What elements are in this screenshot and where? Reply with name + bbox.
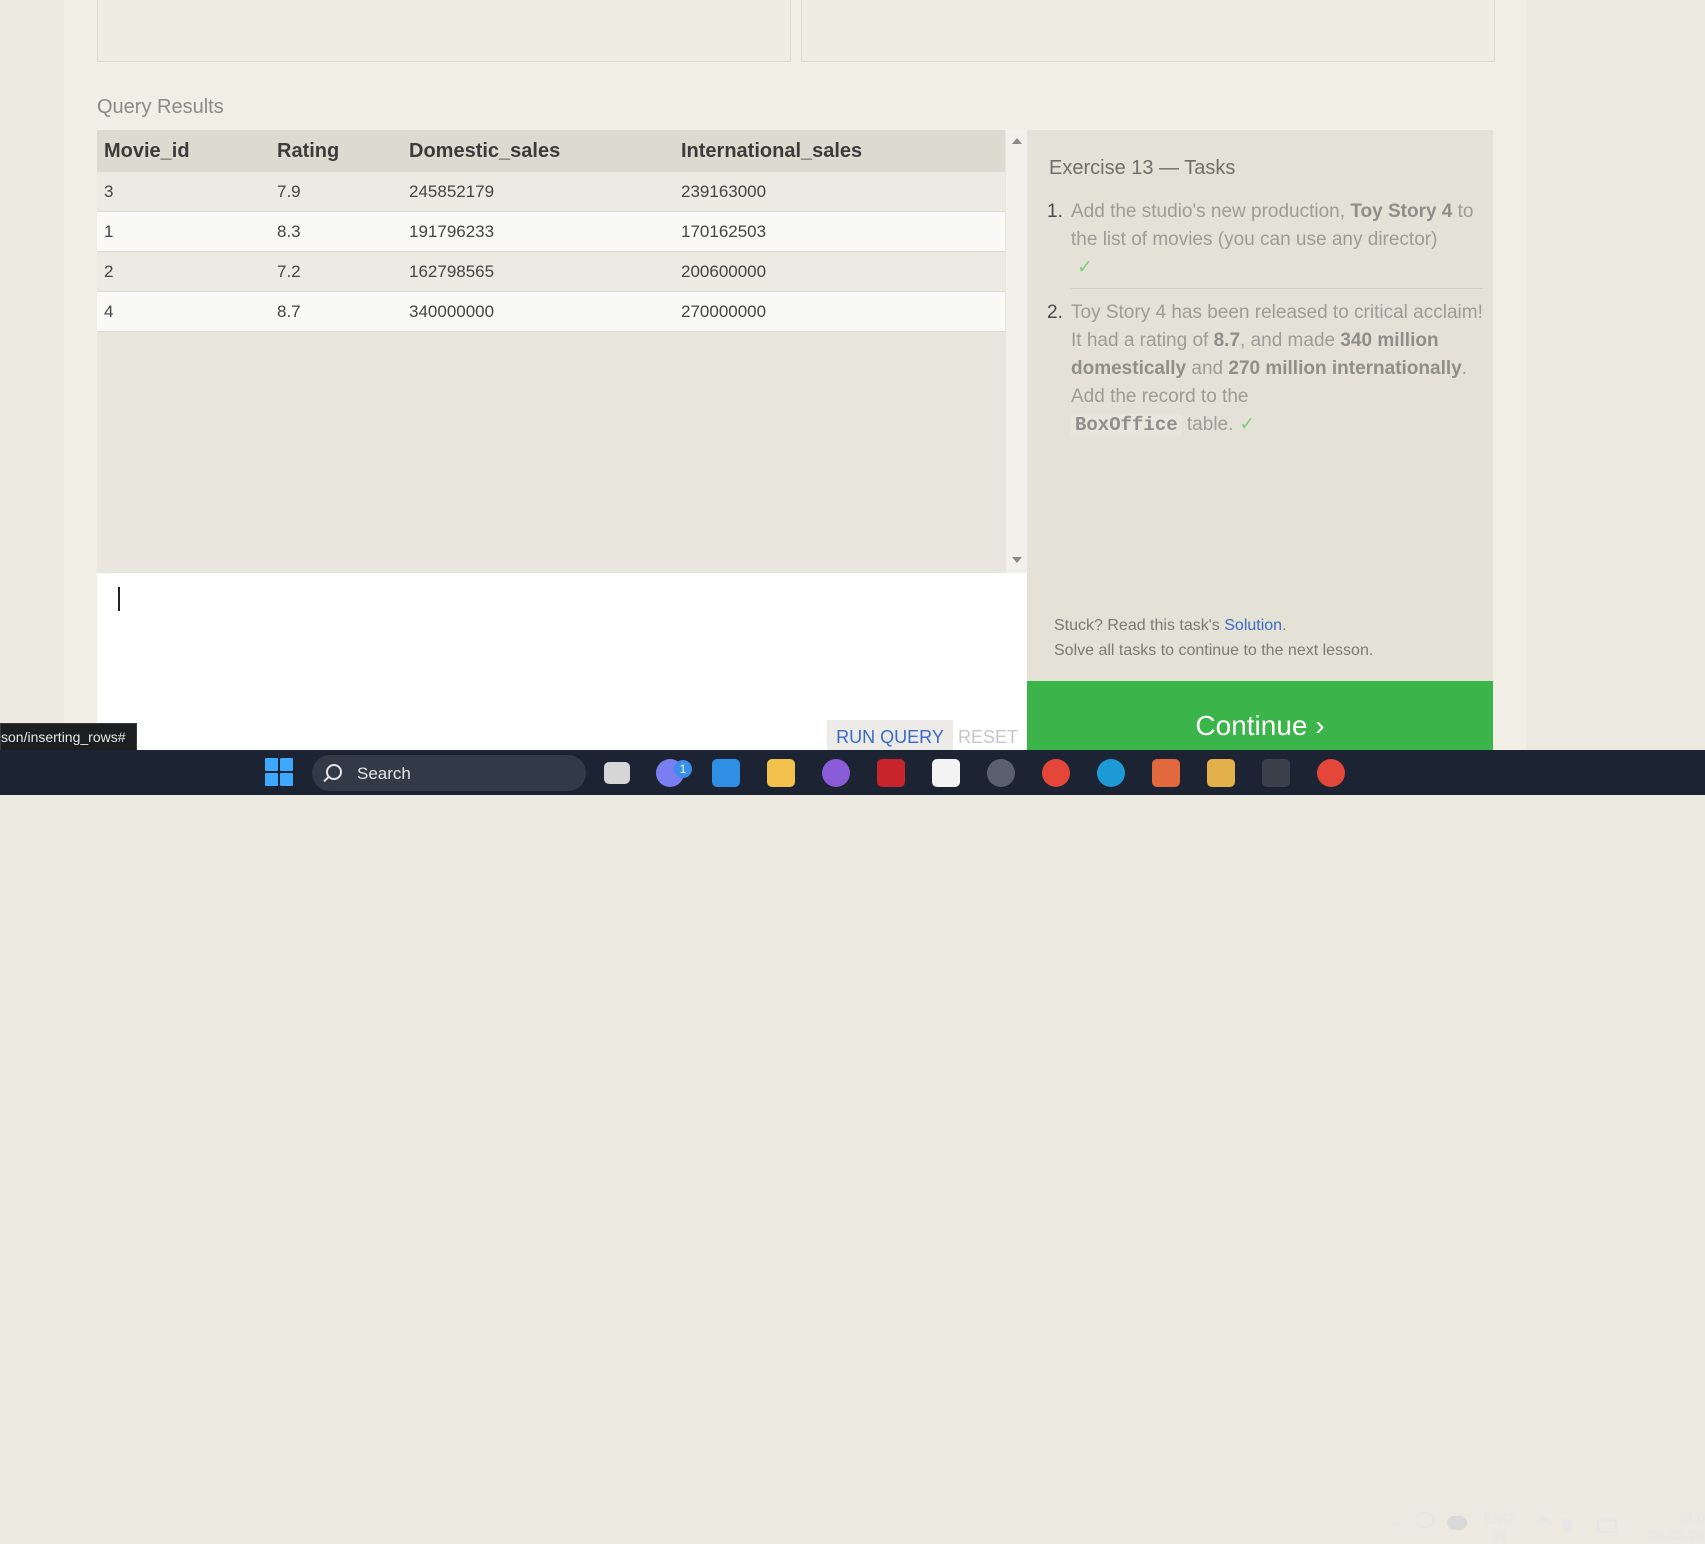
language-code: ENG	[1484, 1510, 1515, 1526]
column-header: Domestic_sales	[402, 130, 674, 172]
task-view-icon[interactable]	[604, 762, 630, 784]
continue-button[interactable]: Continue ›	[1027, 681, 1493, 750]
table-header-row: Movie_id Rating Domestic_sales Internati…	[97, 130, 1005, 172]
table-cell: 4	[97, 291, 270, 332]
table-cell: 162798565	[402, 251, 674, 292]
task-text: and	[1186, 358, 1229, 379]
table-cell: 200600000	[674, 251, 1005, 292]
table-cell: 2	[97, 251, 270, 292]
scroll-down-icon[interactable]	[1012, 557, 1022, 563]
query-results-label: Query Results	[97, 96, 224, 118]
stuck-text: Stuck? Read this task's	[1054, 617, 1225, 634]
column-header: International_sales	[674, 130, 1005, 172]
chrome-icon[interactable]	[1042, 759, 1070, 787]
taskbar-search[interactable]: Search	[312, 755, 586, 791]
table-row: 3 7.9 245852179 239163000	[97, 172, 1005, 212]
query-results-panel[interactable]: Movie_id Rating Domestic_sales Internati…	[97, 130, 1027, 573]
mcafee-icon[interactable]	[877, 759, 905, 787]
schema-panel-right	[801, 0, 1495, 62]
table-cell: 239163000	[674, 172, 1005, 212]
region-code: IN	[1492, 1527, 1507, 1543]
task-list: 1. Add the studio's new production, Toy …	[1047, 198, 1483, 439]
task-text: , and made	[1240, 330, 1341, 351]
edge-icon[interactable]	[1097, 759, 1125, 787]
onedrive-icon[interactable]	[1447, 1516, 1467, 1530]
column-header: Movie_id	[97, 130, 270, 172]
tasks-panel: Exercise 13 — Tasks 1. Add the studio's …	[1027, 130, 1493, 681]
scroll-up-icon[interactable]	[1012, 138, 1022, 144]
table-cell: 340000000	[402, 291, 674, 332]
table-cell: 7.9	[270, 172, 402, 212]
search-label: Search	[357, 764, 411, 783]
checkmark-icon: ✓	[1077, 257, 1093, 278]
help-text: Stuck? Read this task's Solution. Solve …	[1054, 613, 1373, 663]
task-divider	[1071, 288, 1483, 289]
file-explorer-icon[interactable]	[767, 759, 795, 787]
status-url-tooltip: son/inserting_rows#	[0, 723, 137, 752]
table-cell: 170162503	[674, 211, 1005, 252]
windows-taskbar: Search ︿ ENG IN 23:0 20-05-202	[0, 750, 1705, 1543]
dell-icon[interactable]	[987, 759, 1015, 787]
clock-date: 20-05-202	[1648, 1527, 1705, 1543]
task-text: table.	[1181, 414, 1234, 435]
chrome-active-icon[interactable]	[1317, 759, 1345, 787]
system-clock[interactable]: 23:0 20-05-202	[1648, 1510, 1705, 1544]
language-indicator[interactable]: ENG IN	[1484, 1510, 1514, 1544]
slack-icon[interactable]	[1207, 759, 1235, 787]
table-cell: 270000000	[674, 291, 1005, 332]
wifi-icon[interactable]	[1534, 1518, 1552, 1535]
tray-chevron-up-icon[interactable]: ︿	[1388, 1512, 1402, 1532]
task-text: Add the studio's new production,	[1071, 201, 1351, 222]
stuck-text-end: .	[1282, 617, 1287, 634]
task-item: 1. Add the studio's new production, Toy …	[1047, 198, 1483, 282]
table-cell: 3	[97, 172, 270, 212]
github-icon[interactable]	[822, 759, 850, 787]
tasks-title: Exercise 13 — Tasks	[1049, 157, 1236, 179]
chat-notification-badge: 1	[674, 760, 692, 778]
task-text-bold: 270 million internationally	[1228, 358, 1462, 379]
run-query-button[interactable]: RUN QUERY	[827, 720, 953, 750]
vscode-icon[interactable]	[712, 759, 740, 787]
table-cell: 245852179	[402, 172, 674, 212]
table-row: 1 8.3 191796233 170162503	[97, 211, 1005, 252]
task-number: 2.	[1047, 302, 1063, 323]
results-scrollbar[interactable]	[1006, 130, 1027, 573]
task-text-bold: Toy Story 4	[1350, 201, 1453, 222]
clock-time: 23:0	[1677, 1510, 1705, 1526]
solution-link[interactable]: Solution	[1224, 617, 1282, 634]
table-row: 4 8.7 340000000 270000000	[97, 291, 1005, 332]
table-row: 2 7.2 162798565 200600000	[97, 251, 1005, 292]
table-cell: 7.2	[270, 251, 402, 292]
terminal-icon[interactable]	[1262, 759, 1290, 787]
git-icon[interactable]	[1152, 759, 1180, 787]
text-caret	[118, 587, 120, 611]
table-cell: 191796233	[402, 211, 674, 252]
continue-hint: Solve all tasks to continue to the next …	[1054, 642, 1374, 659]
table-name-code: BoxOffice	[1071, 414, 1182, 436]
task-item: 2. Toy Story 4 has been released to crit…	[1047, 299, 1483, 439]
schema-panel-left	[97, 0, 791, 62]
search-icon	[326, 764, 342, 780]
battery-icon[interactable]	[1597, 1519, 1617, 1533]
table-cell: 8.3	[270, 211, 402, 252]
microsoft-store-icon[interactable]	[932, 759, 960, 787]
table-cell: 1	[97, 211, 270, 252]
windows-start-icon[interactable]	[265, 758, 295, 788]
task-text-bold: 8.7	[1213, 330, 1241, 351]
column-header: Rating	[270, 130, 402, 172]
results-table: Movie_id Rating Domestic_sales Internati…	[97, 130, 1005, 332]
checkmark-icon: ✓	[1239, 414, 1256, 435]
task-number: 1.	[1047, 201, 1063, 222]
volume-icon[interactable]	[1563, 1519, 1571, 1531]
sync-icon[interactable]	[1415, 1512, 1435, 1528]
table-cell: 8.7	[270, 291, 402, 332]
reset-button[interactable]: RESET	[953, 720, 1023, 750]
